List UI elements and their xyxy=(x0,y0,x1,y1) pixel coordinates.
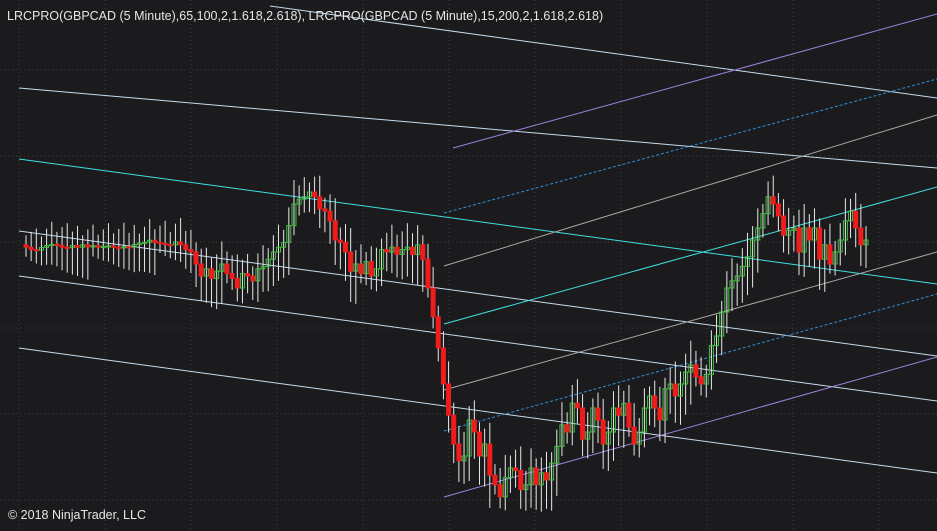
candle-down xyxy=(54,243,60,247)
candle-down xyxy=(440,347,446,385)
candle-down xyxy=(198,263,204,277)
candle-down xyxy=(245,273,251,277)
candle-down xyxy=(327,210,333,222)
candle-down xyxy=(178,241,184,246)
candle-down xyxy=(631,426,637,445)
candle-down xyxy=(332,220,338,241)
candle-down xyxy=(358,263,364,275)
candle-down xyxy=(770,196,776,205)
candle-down xyxy=(167,244,173,247)
candle-down xyxy=(595,407,601,421)
candle-down xyxy=(33,249,39,252)
candle-down xyxy=(781,215,787,236)
candle-down xyxy=(95,245,101,248)
candle-down xyxy=(693,364,699,378)
candle-down xyxy=(368,261,374,277)
candle-down xyxy=(657,407,663,421)
candle-down xyxy=(317,196,323,210)
price-chart[interactable] xyxy=(0,0,937,531)
copyright-notice: © 2018 NinjaTrader, LLC xyxy=(8,508,146,522)
candle-down xyxy=(626,402,632,428)
candle-down xyxy=(827,244,833,265)
candle-down xyxy=(435,316,441,349)
candle-down xyxy=(312,191,318,198)
candle-down xyxy=(64,246,70,249)
candle-down xyxy=(162,242,168,246)
candle-down xyxy=(698,376,704,385)
candle-down xyxy=(600,419,606,445)
candle-down xyxy=(384,249,390,253)
candle-down xyxy=(518,469,524,491)
candle-down xyxy=(476,431,482,457)
candle-down xyxy=(487,443,493,476)
candle-down xyxy=(322,208,328,212)
candle-down xyxy=(250,275,256,282)
regression-channel-line xyxy=(443,186,937,325)
candle-down xyxy=(564,424,570,433)
candle-down xyxy=(430,287,436,318)
candle-down xyxy=(337,239,343,243)
candle-down xyxy=(229,273,235,279)
candle-down xyxy=(348,251,354,272)
candle-down xyxy=(343,241,349,253)
candle-down xyxy=(806,227,812,241)
candle-down xyxy=(111,245,117,248)
candle-down xyxy=(817,227,823,260)
candle-down xyxy=(652,395,658,409)
candle-down xyxy=(28,246,34,251)
candle-down xyxy=(209,268,215,279)
candle-down xyxy=(446,383,452,416)
candle-down xyxy=(580,407,586,440)
candle-down xyxy=(672,383,678,397)
chart-panel[interactable]: LRCPRO(GBPCAD (5 Minute),65,100,2,1.618,… xyxy=(0,0,937,531)
candle-down xyxy=(497,484,503,498)
candle-down xyxy=(796,227,802,253)
regression-channel-line xyxy=(452,13,937,149)
candle-down xyxy=(23,244,29,248)
candle-down xyxy=(188,249,194,253)
candle-down xyxy=(471,419,477,433)
candle-down xyxy=(59,244,65,248)
candle-down xyxy=(616,407,622,416)
candle-down xyxy=(410,246,416,255)
candle-down xyxy=(157,241,163,245)
candle-down xyxy=(451,414,457,445)
candle-down xyxy=(394,246,400,255)
candle-down xyxy=(85,244,91,248)
candle-down xyxy=(456,443,462,462)
candle-down xyxy=(234,277,240,289)
candle-down xyxy=(116,246,122,249)
candle-down xyxy=(533,467,539,486)
candle-down xyxy=(858,227,864,246)
candle-down xyxy=(574,402,580,409)
candle-down xyxy=(75,245,81,248)
candle-down xyxy=(543,472,549,481)
candle-down xyxy=(853,210,859,229)
candle-down xyxy=(513,467,519,471)
candle-down xyxy=(775,203,781,217)
candle-down xyxy=(152,239,158,243)
candle-down xyxy=(224,263,230,275)
candle-down xyxy=(425,258,431,289)
regression-channel-line xyxy=(443,78,937,214)
candle-down xyxy=(492,474,498,486)
indicator-label: LRCPRO(GBPCAD (5 Minute),65,100,2,1.618,… xyxy=(7,9,604,23)
regression-channel-line xyxy=(18,275,937,402)
candle-down xyxy=(420,244,426,260)
candle-down xyxy=(193,251,199,265)
candle-down xyxy=(126,246,132,249)
candle-down xyxy=(183,244,189,251)
